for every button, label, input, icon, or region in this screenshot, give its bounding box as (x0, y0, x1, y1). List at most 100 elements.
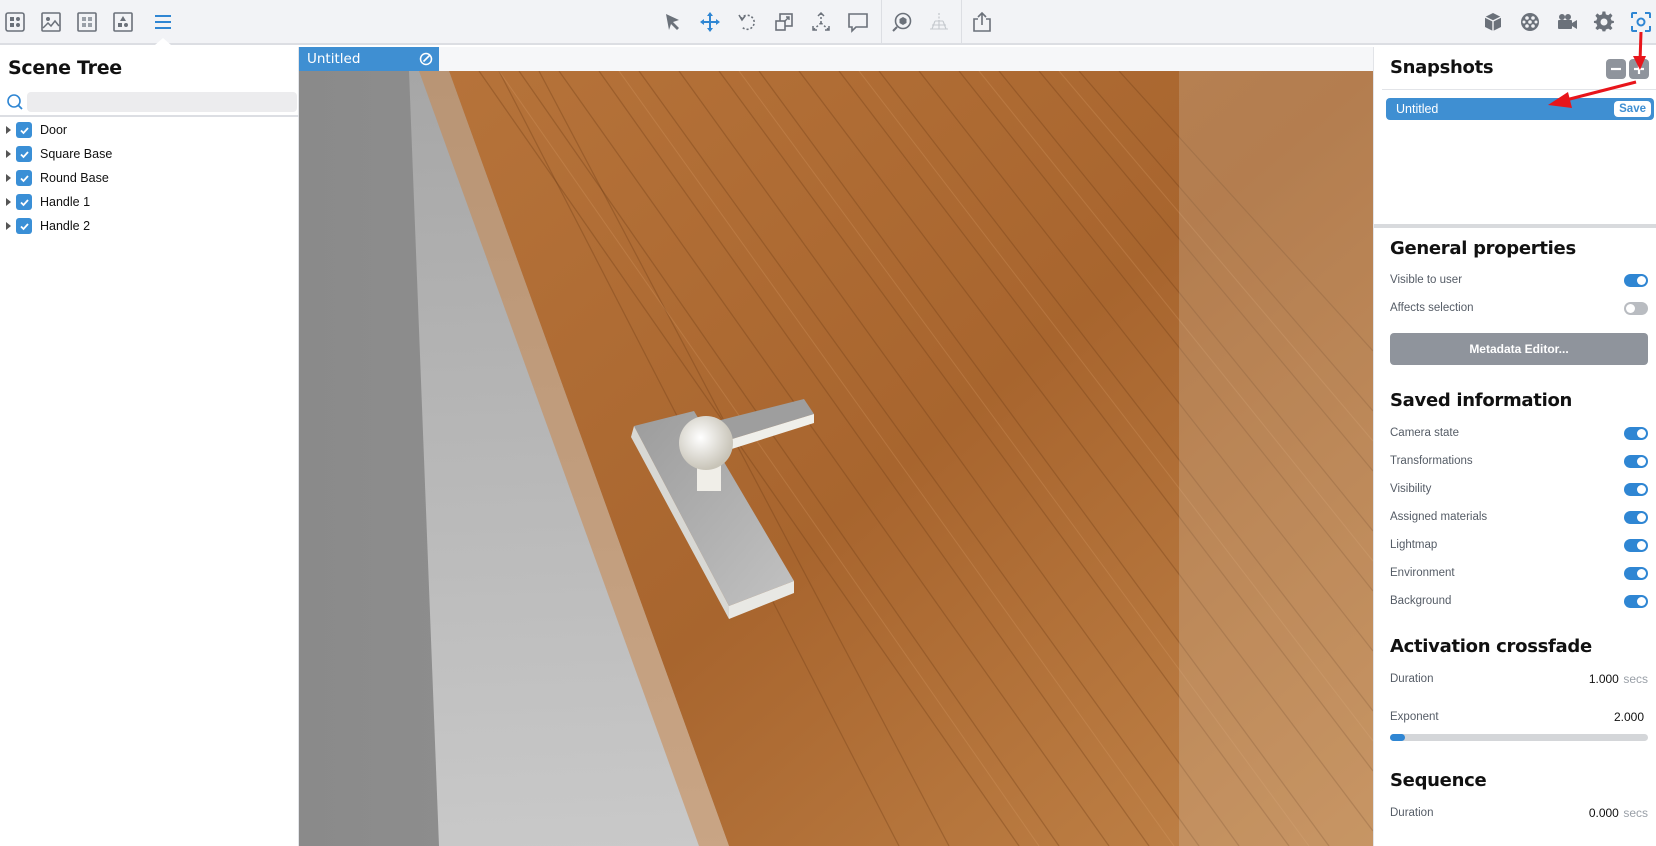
exponent-slider[interactable] (1390, 734, 1648, 741)
plus-icon (1634, 64, 1644, 74)
shapes-icon[interactable] (110, 9, 136, 35)
add-snapshot-button[interactable] (1629, 59, 1649, 79)
model-cube-icon[interactable] (1480, 9, 1506, 35)
prop-label: Duration (1390, 807, 1434, 819)
visibility-toggle[interactable] (1624, 482, 1648, 496)
scene-tree-search (4, 91, 297, 113)
visible-to-user-toggle[interactable] (1624, 273, 1648, 287)
move-icon[interactable] (697, 9, 723, 35)
crossfade-duration-field[interactable]: 1.000 secs (1589, 670, 1648, 688)
select-arrow-icon[interactable] (660, 9, 686, 35)
checkmark-icon (19, 174, 29, 182)
exponent-slider-fill[interactable] (1390, 734, 1406, 741)
tree-item-label: Round Base (40, 171, 109, 185)
search-icon (7, 94, 23, 110)
minus-icon (1611, 67, 1621, 71)
prop-transformations: Transformations (1390, 452, 1648, 470)
annotation-icon[interactable] (845, 9, 871, 35)
assigned-materials-toggle[interactable] (1624, 510, 1648, 524)
visibility-checkbox[interactable] (16, 122, 32, 138)
prop-crossfade-exponent: Exponent 2.000 (1390, 708, 1648, 726)
prop-label: Duration (1390, 673, 1434, 685)
lightmap-toggle[interactable] (1624, 538, 1648, 552)
crossfade-exponent-value[interactable]: 2.000 (1614, 710, 1644, 724)
camera-state-toggle[interactable] (1624, 426, 1648, 440)
tree-item-door[interactable]: Door (0, 118, 299, 142)
pivot-icon[interactable] (808, 9, 834, 35)
visibility-checkbox[interactable] (16, 170, 32, 186)
visibility-checkbox[interactable] (16, 146, 32, 162)
expand-arrow-icon[interactable] (6, 222, 11, 230)
edit-icon[interactable] (419, 52, 433, 66)
3d-scene-render[interactable] (299, 71, 1373, 846)
snapshots-title: Snapshots (1390, 57, 1494, 78)
prop-sequence-duration: Duration 0.000 secs (1390, 804, 1648, 822)
tree-item-handle-2[interactable]: Handle 2 (0, 214, 299, 238)
divider (0, 115, 299, 117)
prop-visibility: Visibility (1390, 480, 1648, 498)
tree-item-round-base[interactable]: Round Base (0, 166, 299, 190)
3d-viewport[interactable]: Untitled (299, 47, 1373, 846)
materials-grid-icon[interactable] (74, 9, 100, 35)
snapshot-screenshot-icon[interactable] (1628, 9, 1654, 35)
sequence-title: Sequence (1390, 770, 1487, 791)
tree-item-handle-1[interactable]: Handle 1 (0, 190, 299, 214)
prop-environment: Environment (1390, 564, 1648, 582)
prop-label: Environment (1390, 567, 1455, 579)
viewport-tab-label: Untitled (307, 51, 361, 67)
environment-toggle[interactable] (1624, 566, 1648, 580)
visibility-checkbox[interactable] (16, 218, 32, 234)
visibility-checkbox[interactable] (16, 194, 32, 210)
metadata-editor-button[interactable]: Metadata Editor... (1390, 333, 1648, 365)
crossfade-duration-value: 1.000 (1588, 672, 1619, 686)
crossfade-duration-unit: secs (1623, 672, 1648, 686)
properties-panel: Snapshots Untitled Save General properti… (1373, 47, 1656, 846)
inspect-model-icon[interactable] (889, 9, 915, 35)
camera-video-icon[interactable] (1554, 9, 1580, 35)
affects-selection-toggle[interactable] (1624, 301, 1648, 315)
prop-label: Exponent (1390, 711, 1439, 723)
scale-icon[interactable] (771, 9, 797, 35)
image-icon[interactable] (38, 9, 64, 35)
tree-item-label: Handle 2 (40, 219, 91, 233)
rotate-icon[interactable] (734, 9, 760, 35)
prop-label: Lightmap (1390, 539, 1438, 551)
transformations-toggle[interactable] (1624, 454, 1648, 468)
environment-sphere-icon[interactable] (1517, 9, 1543, 35)
tree-item-square-base[interactable]: Square Base (0, 142, 299, 166)
activation-crossfade-title: Activation crossfade (1390, 636, 1592, 657)
background-toggle[interactable] (1624, 594, 1648, 608)
viewport-tab[interactable]: Untitled (299, 47, 439, 71)
scene-tree-menu-icon[interactable] (150, 9, 176, 35)
sequence-duration-unit: secs (1623, 806, 1648, 820)
expand-arrow-icon[interactable] (6, 198, 11, 206)
sequence-duration-field[interactable]: 0.000 secs (1589, 804, 1648, 822)
scene-tree-panel: Scene Tree Door Square Base Round Base H… (0, 47, 299, 846)
prop-camera-state: Camera state (1390, 424, 1648, 442)
expand-arrow-icon[interactable] (6, 174, 11, 182)
ground-grid-icon (926, 9, 952, 35)
save-snapshot-button[interactable]: Save (1614, 101, 1651, 117)
expand-arrow-icon[interactable] (6, 126, 11, 134)
scene-tree-title: Scene Tree (8, 57, 122, 79)
prop-label: Assigned materials (1390, 511, 1488, 523)
snapshot-item-untitled[interactable]: Untitled Save (1386, 98, 1654, 120)
share-export-icon[interactable] (969, 9, 995, 35)
divider (1382, 89, 1656, 90)
prop-lightmap: Lightmap (1390, 536, 1648, 554)
viewport-tab-strip (439, 47, 1373, 71)
prop-label: Transformations (1390, 455, 1473, 467)
snapshot-item-label: Untitled (1396, 102, 1439, 116)
settings-gear-icon[interactable] (1591, 9, 1617, 35)
section-resize-bar[interactable] (1374, 224, 1656, 228)
prop-label: Camera state (1390, 427, 1460, 439)
tree-item-label: Door (40, 123, 68, 137)
expand-arrow-icon[interactable] (6, 150, 11, 158)
prop-label: Affects selection (1390, 302, 1474, 314)
remove-snapshot-button[interactable] (1606, 59, 1626, 79)
prop-background: Background (1390, 592, 1648, 610)
scene-layout-icon[interactable] (2, 9, 28, 35)
scene-tree-search-input[interactable] (27, 92, 297, 112)
prop-label: Background (1390, 595, 1452, 607)
prop-affects-selection: Affects selection (1390, 299, 1648, 317)
